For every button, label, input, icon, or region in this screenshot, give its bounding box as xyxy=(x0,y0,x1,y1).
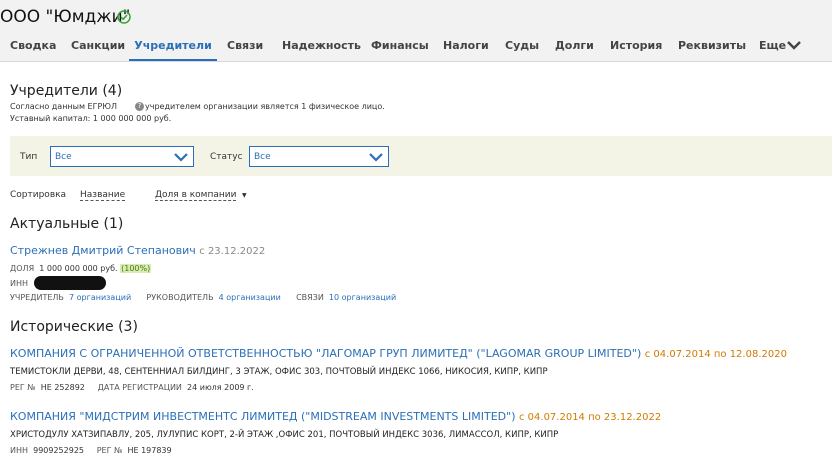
tab-reliability[interactable]: Надежность xyxy=(282,33,361,61)
tab-summary[interactable]: Сводка xyxy=(10,33,56,61)
company-address: Христодулу Хатзипавлу, 205, Лулупис Корт… xyxy=(10,430,559,440)
reg-date-value: 24 июля 2009 г. xyxy=(187,383,254,392)
links-count-link[interactable]: 10 организаций xyxy=(329,293,396,302)
reg-number-label: РЕГ № xyxy=(96,446,123,455)
sort-arrow-icon[interactable]: ▼ xyxy=(242,192,247,199)
historical-period: с 04.07.2014 по 12.08.2020 xyxy=(644,349,787,360)
tab-bar: Сводка Санкции Учредители Связи Надежнос… xyxy=(0,33,832,62)
chevron-down-icon xyxy=(369,153,383,162)
share-value: 1 000 000 000 руб. xyxy=(39,264,118,273)
reg-number-value: НЕ 197839 xyxy=(127,446,172,455)
links-count-label: СВЯЗИ xyxy=(296,293,324,302)
filter-bar: Тип Все Статус Все xyxy=(10,136,832,176)
tab-founders[interactable]: Учредители xyxy=(129,33,217,61)
tab-taxes[interactable]: Налоги xyxy=(443,33,489,61)
tab-requisites[interactable]: Реквизиты xyxy=(678,33,746,61)
share-label: ДОЛЯ xyxy=(10,264,35,273)
historical-title: Исторические (3) xyxy=(10,319,138,335)
historical-company-link[interactable]: КОМПАНИЯ С ОГРАНИЧЕННОЙ ОТВЕТСТВЕННОСТЬЮ… xyxy=(10,347,641,360)
person-relations-row: УЧРЕДИТЕЛЬ 7 организаций РУКОВОДИТЕЛЬ 4 … xyxy=(10,293,396,302)
redacted-inn xyxy=(34,276,106,290)
historical-company-link[interactable]: КОМПАНИЯ "МИДСТРИМ ИНВЕСТМЕНТС ЛИМИТЕД (… xyxy=(10,410,515,423)
authorized-capital: Уставный капитал: 1 000 000 000 руб. xyxy=(10,114,172,123)
info-icon[interactable]: ? xyxy=(135,102,144,111)
egrul-suffix: учредителем организации является 1 физич… xyxy=(145,102,385,111)
head-count-link[interactable]: 4 организации xyxy=(219,293,281,302)
tab-finance[interactable]: Финансы xyxy=(371,33,429,61)
tab-sanctions[interactable]: Санкции xyxy=(71,33,125,61)
tab-links[interactable]: Связи xyxy=(227,33,263,61)
historical-period: с 04.07.2014 по 23.12.2022 xyxy=(518,412,662,423)
founder-person-link[interactable]: Стрежнев Дмитрий Степанович xyxy=(10,244,196,257)
share-percent-badge: (100%) xyxy=(120,264,152,273)
reg-date-label: ДАТА РЕГИСТРАЦИИ xyxy=(97,383,182,392)
chevron-down-icon[interactable] xyxy=(786,39,802,51)
status-filter-label: Статус xyxy=(210,152,243,162)
chevron-down-icon xyxy=(174,153,188,162)
company-title: ООО "Юмджи" xyxy=(0,7,131,27)
founder-count-link[interactable]: 7 организаций xyxy=(69,293,131,302)
inn-label: ИНН xyxy=(10,446,29,455)
sort-by-name[interactable]: Название xyxy=(80,190,126,201)
egrul-prefix: Согласно данным ЕГРЮЛ xyxy=(10,102,117,111)
reg-number-label: РЕГ № xyxy=(10,383,36,392)
status-select-value: Все xyxy=(254,152,271,162)
type-filter-label: Тип xyxy=(20,152,38,162)
inn-value: 9909252925 xyxy=(33,446,85,455)
type-select[interactable]: Все xyxy=(50,146,194,167)
reg-number-value: НЕ 252892 xyxy=(40,383,85,392)
founders-title: Учредители (4) xyxy=(10,83,123,99)
company-reg-row: ИНН 9909252925 РЕГ № НЕ 197839 xyxy=(10,446,172,455)
company-header: ООО "Юмджи" Сводка Санкции Учредители Св… xyxy=(0,0,832,62)
sort-label: Сортировка xyxy=(10,190,67,200)
founder-person-row: Стрежнев Дмитрий Степанович с 23.12.2022 xyxy=(10,244,265,257)
tab-more[interactable]: Еще xyxy=(759,33,786,61)
status-select[interactable]: Все xyxy=(249,146,389,167)
founder-since-date: с 23.12.2022 xyxy=(199,246,266,257)
historical-company-row: КОМПАНИЯ С ОГРАНИЧЕННОЙ ОТВЕТСТВЕННОСТЬЮ… xyxy=(10,347,787,360)
sort-by-share[interactable]: Доля в компании xyxy=(155,190,237,201)
historical-company-row: КОМПАНИЯ "МИДСТРИМ ИНВЕСТМЕНТС ЛИМИТЕД (… xyxy=(10,410,661,423)
tab-courts[interactable]: Суды xyxy=(505,33,539,61)
type-select-value: Все xyxy=(55,152,72,162)
founder-count-label: УЧРЕДИТЕЛЬ xyxy=(10,293,64,302)
company-reg-row: РЕГ № НЕ 252892 ДАТА РЕГИСТРАЦИИ 24 июля… xyxy=(10,383,254,392)
head-count-label: РУКОВОДИТЕЛЬ xyxy=(146,293,214,302)
tab-debts[interactable]: Долги xyxy=(555,33,594,61)
actual-title: Актуальные (1) xyxy=(10,216,124,232)
tab-history[interactable]: История xyxy=(610,33,662,61)
inn-label: ИНН xyxy=(10,279,29,288)
company-address: Темистокли Дерви, 48, Сентенниал Билдинг… xyxy=(10,367,548,377)
share-row: ДОЛЯ 1 000 000 000 руб. (100%) xyxy=(10,264,152,273)
verified-check-icon xyxy=(117,10,131,24)
